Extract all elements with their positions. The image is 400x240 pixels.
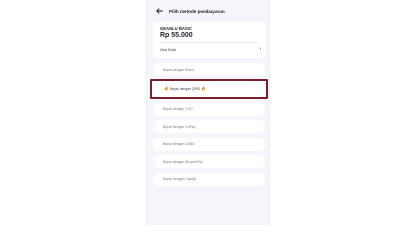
payment-option-label: Bayar dengan DANA	[163, 142, 195, 146]
arrow-left-icon	[155, 8, 163, 14]
fire-icon: 🔥	[201, 86, 207, 91]
top-bar: Pilih metode pembayaran	[147, 4, 271, 18]
back-button[interactable]	[153, 5, 165, 17]
payment-option-qris[interactable]: 🔥 Bayar dengan QRIS 🔥	[150, 78, 268, 99]
payment-option-ruma[interactable]: Bayar dengan Ruma	[153, 63, 265, 76]
payment-option-dana[interactable]: Bayar dengan DANA	[153, 137, 265, 151]
package-summary-card: GEANLU BASIC Rp 55.000 Lihat Detail ›	[153, 22, 265, 58]
payment-option-label: Bayar dengan Ruma	[163, 67, 195, 72]
payment-option-text: Bayar dengan QRIS	[169, 87, 201, 91]
payment-option-label: 🔥 Bayar dengan QRIS 🔥	[164, 86, 206, 91]
payment-option-label: Bayar dengan OVO	[163, 107, 193, 111]
fire-icon: 🔥	[164, 86, 169, 91]
payment-option-linkaja[interactable]: Bayar dengan LinkAja	[153, 172, 265, 186]
payment-option-label: Bayar dengan LinkAja	[163, 177, 197, 181]
payment-option-gopay[interactable]: Bayar dengan GoPay	[153, 120, 265, 133]
package-name: GEANLU BASIC	[160, 26, 192, 31]
payment-option-label: Bayar dengan GoPay	[163, 124, 196, 129]
view-details-row[interactable]: Lihat Detail ›	[160, 45, 261, 54]
page-title: Pilih metode pembayaran	[169, 8, 225, 14]
phone-screen: Pilih metode pembayaran GEANLU BASIC Rp …	[146, 0, 270, 225]
payment-option-ovo[interactable]: Bayar dengan OVO	[153, 102, 265, 116]
package-price: Rp 55.000	[160, 32, 193, 39]
payment-option-label: Bayar dengan ShopeePay	[163, 159, 203, 164]
chevron-right-icon: ›	[259, 46, 261, 52]
payment-method-list: Bayar dengan Ruma 🔥 Bayar dengan QRIS 🔥 …	[150, 63, 268, 190]
divider	[160, 42, 258, 43]
view-details-label: Lihat Detail	[160, 47, 176, 52]
payment-option-shopeepay[interactable]: Bayar dengan ShopeePay	[153, 155, 265, 168]
